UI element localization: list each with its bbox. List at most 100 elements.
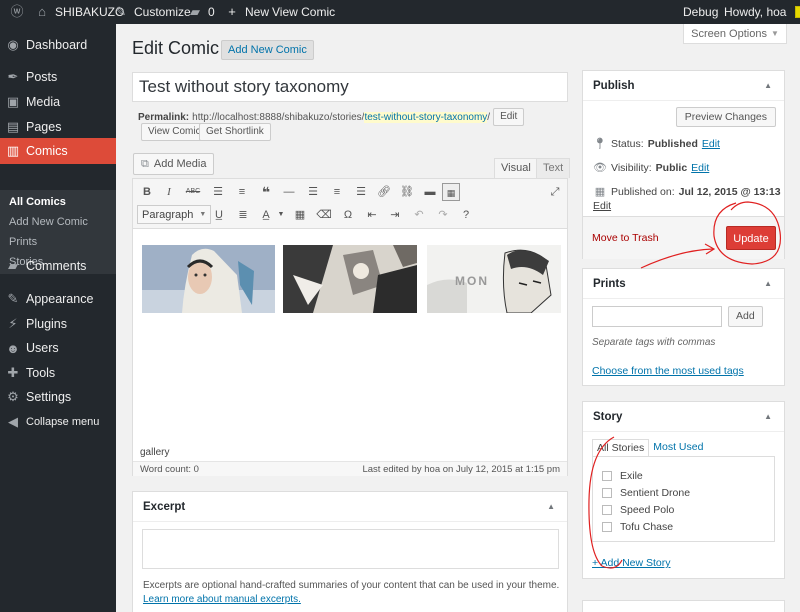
blockquote-icon[interactable]: ❝	[257, 183, 275, 201]
publish-heading[interactable]: Publish ▲	[583, 71, 784, 101]
indent-icon[interactable]: ⇥	[386, 206, 404, 224]
help-icon[interactable]: ?	[457, 206, 475, 224]
menu-media[interactable]: ▣ Media	[0, 89, 116, 115]
dropdown-arrow-icon: ▼	[770, 29, 779, 38]
appearance-icon: ✎	[7, 291, 19, 306]
collapse-arrow-icon[interactable]: ▲	[764, 71, 772, 101]
menu-dashboard[interactable]: ◉ Dashboard	[0, 32, 116, 58]
submenu-add-new-comic[interactable]: Add New Comic	[9, 212, 88, 232]
numbered-list-icon[interactable]: ≡	[233, 183, 251, 201]
underline-icon[interactable]: U̲	[210, 206, 228, 224]
story-item-sentient-drone[interactable]: Sentient Drone	[602, 487, 690, 499]
preview-changes-button[interactable]: Preview Changes	[675, 107, 776, 127]
align-left-icon[interactable]: ☰	[304, 183, 322, 201]
collapse-arrow-icon[interactable]: ▲	[764, 402, 772, 432]
undo-icon[interactable]: ↶	[410, 206, 428, 224]
excerpt-heading[interactable]: Excerpt ▲	[133, 492, 567, 522]
view-comic-link[interactable]: View Comic	[272, 0, 335, 24]
justify-icon[interactable]: ≣	[234, 206, 252, 224]
menu-plugins[interactable]: ⚡ Plugins	[0, 311, 116, 337]
story-item-exile[interactable]: Exile	[602, 470, 643, 482]
italic-icon[interactable]: I	[160, 183, 178, 201]
move-to-trash-link[interactable]: Move to Trash	[592, 232, 659, 244]
customize-link[interactable]: ✎ Customize	[113, 0, 191, 24]
user-account-link[interactable]: Howdy, hoa	[724, 0, 800, 24]
collapse-arrow-icon[interactable]: ▲	[547, 492, 555, 522]
checkbox[interactable]	[602, 505, 612, 515]
story-item-speed-polo[interactable]: Speed Polo	[602, 504, 674, 516]
clear-formatting-icon[interactable]: ⌫	[315, 206, 333, 224]
update-button[interactable]: Update	[726, 226, 776, 250]
outdent-icon[interactable]: ⇤	[363, 206, 381, 224]
bullet-list-icon[interactable]: ☰	[209, 183, 227, 201]
excerpt-learn-more-link[interactable]: Learn more about manual excerpts.	[143, 594, 301, 605]
format-select[interactable]: Paragraph ▼	[137, 205, 212, 224]
new-content-link[interactable]: + New	[224, 0, 269, 24]
permalink-url[interactable]: http://localhost:8888/shibakuzo/stories/…	[192, 111, 490, 123]
excerpt-help-text: Excerpts are optional hand-crafted summa…	[143, 580, 560, 605]
screen-options-button[interactable]: Screen Options ▼	[683, 24, 787, 44]
special-character-icon[interactable]: Ω	[339, 206, 357, 224]
horizontal-line-icon[interactable]: —	[280, 183, 298, 201]
menu-users[interactable]: ☻ Users	[0, 335, 116, 361]
text-color-dropdown-icon[interactable]: ▼	[272, 206, 290, 224]
align-center-icon[interactable]: ≡	[328, 183, 346, 201]
get-shortlink-button[interactable]: Get Shortlink	[199, 123, 271, 141]
submenu-all-comics[interactable]: All Comics	[9, 192, 66, 212]
bold-icon[interactable]: B	[138, 183, 156, 201]
link-icon[interactable]: 🔗︎	[375, 183, 393, 201]
comic-panel-image	[283, 245, 417, 313]
menu-pages[interactable]: ▤ Pages	[0, 114, 116, 140]
comments-link[interactable]: ▰ 0	[187, 0, 215, 24]
toolbar-toggle-icon[interactable]: ▦	[442, 183, 460, 201]
tab-most-used[interactable]: Most Used	[649, 439, 707, 456]
unlink-icon[interactable]: ⛓	[398, 183, 416, 201]
edit-status-link[interactable]: Edit	[702, 138, 720, 150]
debug-link[interactable]: Debug	[683, 0, 718, 24]
content-editor: B I ABC ☰ ≡ ❝ — ☰ ≡ ☰ 🔗︎ ⛓ ▬ ▦ ⤢ Paragra…	[132, 178, 568, 476]
checkbox[interactable]	[602, 488, 612, 498]
gallery-thumbnail-1[interactable]	[142, 245, 275, 313]
menu-settings[interactable]: ⚙ Settings	[0, 384, 116, 410]
edit-date-link[interactable]: Edit	[593, 200, 611, 212]
gallery-thumbnail-3[interactable]: MON	[427, 245, 561, 313]
wordpress-logo[interactable]: ⓦ	[9, 0, 25, 24]
collapse-arrow-icon[interactable]: ▲	[764, 269, 772, 299]
edit-slug-button[interactable]: Edit	[493, 108, 525, 126]
checkbox[interactable]	[602, 522, 612, 532]
prints-heading[interactable]: Prints ▲	[583, 269, 784, 299]
add-new-story-link[interactable]: + Add New Story	[592, 557, 671, 569]
add-new-comic-button[interactable]: Add New Comic	[221, 40, 314, 60]
checkbox[interactable]	[602, 471, 612, 481]
site-name-link[interactable]: ⌂ SHIBAKUZO	[34, 0, 124, 24]
tab-text[interactable]: Text	[536, 158, 571, 178]
strikethrough-icon[interactable]: ABC	[184, 183, 202, 201]
tab-visual[interactable]: Visual	[494, 158, 538, 178]
align-right-icon[interactable]: ☰	[352, 183, 370, 201]
menu-tools[interactable]: ✚ Tools	[0, 360, 116, 386]
story-item-tofu-chase[interactable]: Tofu Chase	[602, 521, 673, 533]
submenu-prints[interactable]: Prints	[9, 232, 37, 252]
prints-add-button[interactable]: Add	[728, 306, 763, 327]
edit-visibility-link[interactable]: Edit	[691, 162, 709, 174]
menu-posts[interactable]: ✒ Posts	[0, 64, 116, 90]
excerpt-textarea[interactable]	[142, 529, 559, 569]
collapse-menu-button[interactable]: ◀ Collapse menu	[0, 409, 116, 435]
menu-appearance[interactable]: ✎ Appearance	[0, 286, 116, 312]
read-more-icon[interactable]: ▬	[421, 183, 439, 201]
menu-comics[interactable]: ▥ Comics	[0, 138, 116, 164]
post-title-input[interactable]: Test without story taxonomy	[132, 72, 568, 102]
view-comic-button[interactable]: View Comic	[141, 123, 208, 141]
paste-text-icon[interactable]: ▦	[291, 206, 309, 224]
choose-most-used-tags-link[interactable]: Choose from the most used tags	[592, 365, 744, 377]
menu-comments[interactable]: ▰ Comments	[0, 253, 116, 279]
portrait-image	[142, 245, 275, 313]
prints-tag-input[interactable]	[592, 306, 722, 327]
story-heading[interactable]: Story ▲	[583, 402, 784, 432]
admin-menu: ◉ Dashboard ✒ Posts ▣ Media ▤ Pages ▥ Comics …	[0, 24, 116, 612]
add-media-button[interactable]: ⧉ Add Media	[133, 153, 215, 175]
gallery-thumbnail-2[interactable]	[283, 245, 417, 313]
fullscreen-icon[interactable]: ⤢	[546, 183, 564, 201]
redo-icon[interactable]: ↷	[434, 206, 452, 224]
tab-all-stories[interactable]: All Stories	[592, 439, 650, 456]
